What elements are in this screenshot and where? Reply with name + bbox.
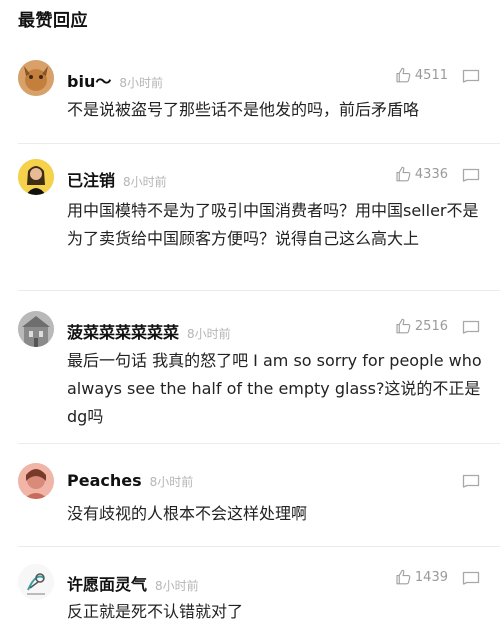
reply-button[interactable]	[462, 69, 480, 83]
comment-text: 没有歧视的人根本不会这样处理啊	[67, 504, 308, 523]
divider	[18, 443, 500, 444]
reply-button[interactable]	[462, 320, 480, 334]
username[interactable]: biu～ 8小时前	[67, 68, 163, 92]
comment-bubble-icon	[462, 168, 480, 182]
username-text[interactable]: 已注销	[67, 171, 115, 190]
like-count: 1439	[414, 569, 448, 585]
like-count: 2516	[414, 318, 448, 334]
like-count: 4511	[414, 67, 448, 83]
thumbs-up-icon	[396, 67, 411, 83]
timestamp: 8小时前	[155, 579, 199, 593]
username-text[interactable]: 菠菜菜菜菜菜菜	[67, 323, 179, 342]
username[interactable]: Peaches 8小时前	[67, 471, 193, 490]
timestamp: 8小时前	[149, 475, 194, 489]
section-title: 最赞回应	[18, 11, 88, 31]
like-button[interactable]: 1439	[394, 568, 448, 586]
comment-text: 反正就是死不认错就对了	[67, 602, 244, 621]
username[interactable]: 许愿面灵气 8小时前	[67, 571, 199, 595]
thumbs-up-icon	[396, 318, 411, 334]
timestamp: 8小时前	[123, 175, 167, 189]
comment-text: 最后一句话 我真的怒了吧 I am so sorry for people wh…	[67, 351, 482, 426]
divider	[18, 143, 500, 144]
comment-bubble-icon	[462, 320, 480, 334]
avatar[interactable]	[18, 564, 54, 600]
thumbs-up-icon	[396, 166, 411, 182]
divider	[18, 546, 500, 547]
avatar[interactable]	[18, 60, 54, 96]
reply-button[interactable]	[462, 168, 480, 182]
like-button[interactable]: 4511	[394, 66, 448, 84]
avatar[interactable]	[18, 311, 54, 347]
like-count: 4336	[414, 166, 448, 182]
timestamp: 8小时前	[187, 327, 231, 341]
username[interactable]: 菠菜菜菜菜菜菜 8小时前	[67, 319, 231, 343]
comment-text: 不是说被盗号了那些话不是他发的吗，前后矛盾咯	[67, 100, 420, 119]
comment-bubble-icon	[462, 474, 480, 488]
comment-bubble-icon	[462, 69, 480, 83]
username-text[interactable]: Peaches	[67, 471, 142, 490]
avatar[interactable]	[18, 463, 54, 499]
avatar[interactable]	[18, 159, 54, 195]
reply-button[interactable]	[462, 571, 480, 585]
username-text[interactable]: biu～	[67, 72, 111, 91]
comment-text: 用中国模特不是为了吸引中国消费者吗？用中国seller不是为了卖货给中国顾客方便…	[67, 201, 479, 248]
like-button[interactable]: 4336	[394, 165, 448, 183]
username-text[interactable]: 许愿面灵气	[67, 575, 147, 594]
thumbs-up-icon	[396, 569, 411, 585]
username[interactable]: 已注销 8小时前	[67, 167, 167, 191]
comment-bubble-icon	[462, 571, 480, 585]
reply-button[interactable]	[462, 474, 480, 488]
divider	[18, 290, 500, 291]
like-button[interactable]: 2516	[394, 317, 448, 335]
timestamp: 8小时前	[119, 76, 163, 90]
